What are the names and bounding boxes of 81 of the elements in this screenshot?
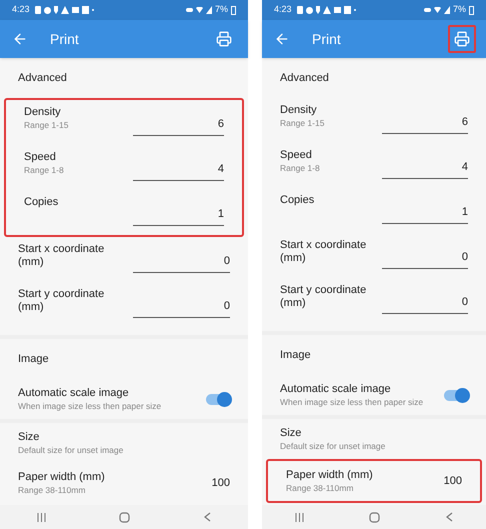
- setting-label: Speed: [24, 151, 57, 164]
- setting-hint: Range 1-8: [280, 162, 321, 174]
- printer-icon: [454, 31, 470, 47]
- back-button[interactable]: [274, 31, 290, 47]
- link-icon: [186, 8, 193, 12]
- setting-label: Automatic scale image: [280, 382, 392, 396]
- wifi-icon: [196, 7, 203, 13]
- section-title: Image: [280, 348, 311, 362]
- setting-label: Copies: [280, 194, 316, 207]
- setting-hint: Range 1-15: [280, 117, 326, 129]
- number-field[interactable]: 1: [132, 204, 224, 226]
- setting-label: Density: [24, 106, 62, 119]
- wifi-icon: [434, 7, 441, 13]
- sim-icon: [34, 6, 41, 14]
- number-field[interactable]: 0: [132, 296, 230, 318]
- pin-icon: [54, 6, 58, 14]
- battery-icon: [231, 6, 236, 14]
- setting-hint: Default size for unset image: [280, 440, 386, 452]
- setting-hint: Default size for unset image: [18, 444, 124, 456]
- pin-icon: [316, 6, 320, 14]
- warning-icon: [60, 6, 69, 14]
- recent-apps-icon[interactable]: [294, 512, 304, 522]
- number-field[interactable]: 0: [382, 247, 468, 269]
- number-field[interactable]: 6: [132, 114, 224, 136]
- number-field[interactable]: 0: [132, 251, 230, 273]
- number-field[interactable]: 1: [382, 202, 468, 224]
- section-title: Size: [18, 430, 40, 444]
- link-icon: [424, 8, 431, 12]
- setting-label: Start y coordinate (mm): [18, 288, 106, 314]
- back-button[interactable]: [12, 31, 28, 47]
- sim-icon: [296, 6, 303, 14]
- mail-icon: [334, 7, 341, 13]
- image-icon: [82, 6, 89, 14]
- setting-hint: Range 1-8: [24, 164, 65, 176]
- setting-label: Density: [280, 104, 318, 117]
- number-field[interactable]: 4: [132, 159, 224, 181]
- print-button[interactable]: [448, 25, 476, 53]
- home-icon[interactable]: [119, 512, 130, 522]
- signal-icon: [206, 6, 212, 14]
- section-title: Advanced: [18, 72, 67, 84]
- image-icon: [344, 6, 351, 14]
- number-field[interactable]: 6: [382, 112, 468, 134]
- setting-hint: Range 38-110mm: [18, 484, 86, 496]
- setting-label: Speed: [280, 149, 313, 162]
- signal-icon: [444, 6, 450, 14]
- battery-level: 7%: [214, 3, 228, 16]
- setting-label: Start x coordinate (mm): [18, 243, 106, 269]
- status-time: 4:23: [12, 3, 30, 16]
- toggle-switch[interactable]: [206, 394, 230, 404]
- setting-label: Paper width (mm): [18, 470, 105, 484]
- back-icon[interactable]: [446, 512, 454, 522]
- section-title: Image: [18, 352, 49, 366]
- section-title: Advanced: [280, 72, 329, 84]
- setting-label: Paper width (mm): [286, 468, 373, 482]
- toggle-switch[interactable]: [444, 390, 468, 400]
- setting-hint: Range 1-15: [24, 119, 70, 131]
- setting-label: Automatic scale image: [18, 386, 130, 400]
- setting-hint: Range 38-110mm: [286, 482, 354, 494]
- number-field[interactable]: 0: [382, 292, 468, 314]
- setting-label: Start y coordinate (mm): [280, 284, 368, 310]
- setting-hint: When image size less then paper size: [280, 396, 424, 408]
- screen-title: Print: [312, 30, 341, 48]
- setting-value: 100: [212, 476, 230, 491]
- warning-icon: [322, 6, 331, 14]
- number-field[interactable]: 4: [382, 157, 468, 179]
- setting-label: Start x coordinate (mm): [280, 239, 368, 265]
- setting-label: Copies: [24, 196, 60, 209]
- circle-icon: [306, 6, 313, 14]
- battery-icon: [469, 6, 474, 14]
- recent-apps-icon[interactable]: [36, 512, 46, 522]
- screen-title: Print: [50, 30, 79, 48]
- section-title: Size: [280, 426, 302, 440]
- setting-hint: When image size less then paper size: [18, 400, 162, 412]
- setting-value: 100: [444, 474, 462, 489]
- mail-icon: [72, 7, 79, 13]
- battery-level: 7%: [452, 3, 466, 16]
- status-time: 4:23: [274, 3, 292, 16]
- circle-icon: [44, 6, 51, 14]
- back-icon[interactable]: [204, 512, 212, 522]
- home-icon[interactable]: [369, 512, 380, 522]
- printer-icon: [216, 31, 232, 47]
